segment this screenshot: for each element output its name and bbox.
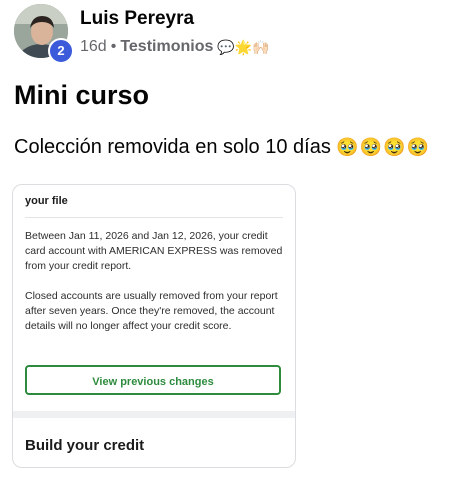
removal-paragraph: Between Jan 11, 2026 and Jan 12, 2026, y… <box>25 230 283 272</box>
author-avatar-container[interactable]: 2 <box>14 4 74 64</box>
caption-emojis: 🥹🥹🥹🥹 <box>336 137 431 157</box>
meta-separator: • <box>110 38 117 55</box>
facebook-post: 2 Luis Pereyra 16d • Testimonios 💬🌟🙌🏻 Mi… <box>0 0 468 480</box>
screenshot-content: your file Between Jan 11, 2026 and Jan 1… <box>13 185 295 467</box>
author-name[interactable]: Luis Pereyra <box>80 8 194 30</box>
post-time[interactable]: 16d <box>80 38 107 56</box>
divider <box>25 217 283 218</box>
caption-text: Colección removida en solo 10 días <box>14 136 331 158</box>
group-emojis: 💬🌟🙌🏻 <box>217 39 270 55</box>
info-paragraph: Closed accounts are usually removed from… <box>25 290 278 332</box>
post-title: Mini curso <box>14 80 150 110</box>
avatar-badge: 2 <box>48 38 74 64</box>
card-heading: your file <box>25 195 68 207</box>
post-meta: 16d • Testimonios 💬🌟🙌🏻 <box>80 38 270 56</box>
group-name[interactable]: Testimonios <box>120 38 213 56</box>
embedded-screenshot[interactable]: your file Between Jan 11, 2026 and Jan 1… <box>12 184 296 468</box>
view-previous-changes-button[interactable]: View previous changes <box>25 365 281 395</box>
post-caption: Colección removida en solo 10 días 🥹🥹🥹🥹 <box>14 136 430 159</box>
post-header: 2 Luis Pereyra 16d • Testimonios 💬🌟🙌🏻 <box>14 4 454 64</box>
section-separator <box>13 411 295 418</box>
build-credit-heading: Build your credit <box>25 437 145 454</box>
